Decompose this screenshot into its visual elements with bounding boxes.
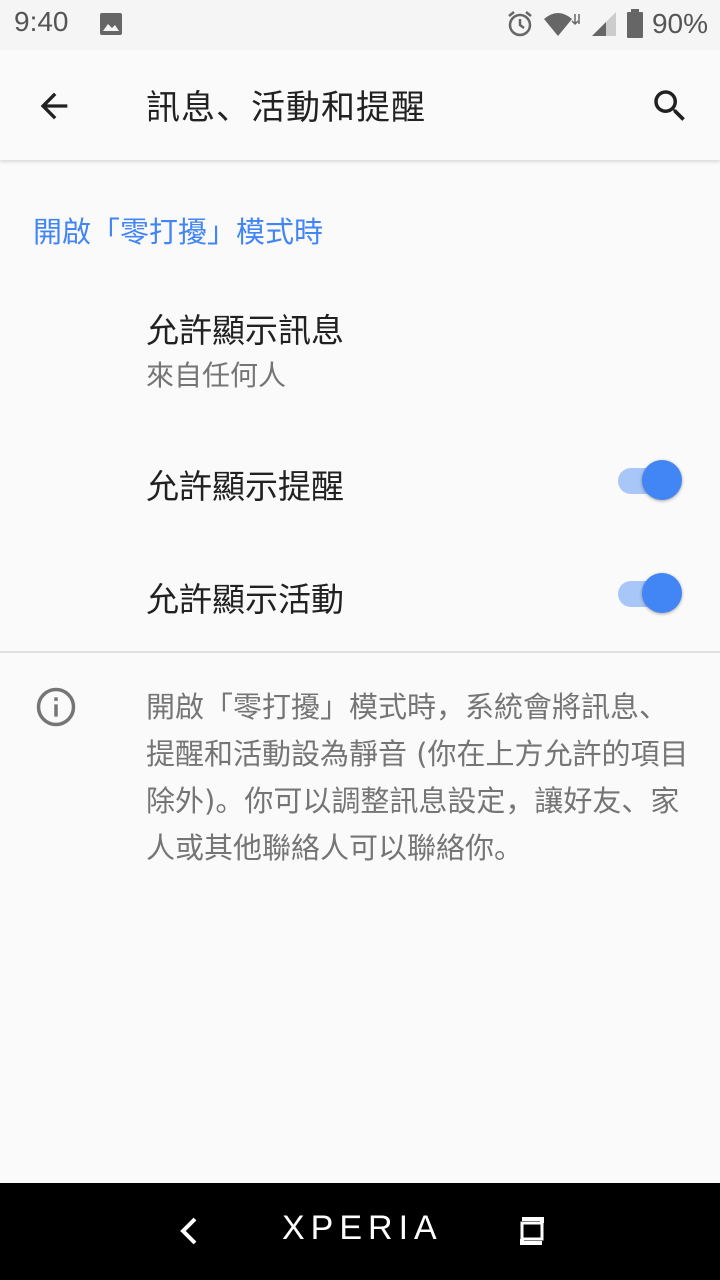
pref-title: 允許顯示活動 [146,580,344,619]
app-bar: 訊息、活動和提醒 [0,50,720,160]
screen: 9:40 90% 訊息、活動和提醒 開啟「零打擾」模式時 允許顯示訊息 來自任何… [0,0,720,1280]
back-button[interactable] [24,76,84,136]
wifi-icon [543,13,580,36]
status-bar: 9:40 90% [0,0,720,50]
nav-recents-icon[interactable] [512,1211,552,1251]
arrow-back-icon [40,92,68,120]
image-icon [100,13,122,35]
reminders-toggle[interactable] [618,458,682,502]
section-header: 開啟「零打擾」模式時 [33,215,324,249]
nav-back-icon[interactable] [170,1211,210,1251]
brand-logo: XPERIA [282,1209,443,1247]
divider [0,651,720,653]
toggle-thumb [642,573,682,613]
pref-summary: 來自任何人 [146,359,287,392]
search-button[interactable] [640,76,700,136]
events-toggle[interactable] [618,571,682,615]
search-icon [654,90,685,121]
pref-title: 允許顯示提醒 [146,467,344,506]
pref-allow-events[interactable]: 允許顯示活動 [0,543,720,643]
status-icons: 90% [506,4,708,44]
battery-icon [626,9,643,38]
pref-allow-messages[interactable]: 允許顯示訊息 來自任何人 [0,290,720,410]
info-text: 開啟「零打擾」模式時，系統會將訊息、提醒和活動設為靜音 (你在上方允許的項目除外… [146,690,689,865]
status-time: 9:40 [14,6,69,37]
page-title: 訊息、活動和提醒 [146,88,426,128]
info-icon [36,687,76,727]
navigation-bar: XPERIA [0,1183,720,1280]
battery-level: 90% [651,8,708,39]
toggle-thumb [642,460,682,500]
alarm-icon [508,11,532,37]
pref-allow-reminders[interactable]: 允許顯示提醒 [0,430,720,530]
signal-icon [591,12,616,36]
pref-title: 允許顯示訊息 [146,311,344,350]
